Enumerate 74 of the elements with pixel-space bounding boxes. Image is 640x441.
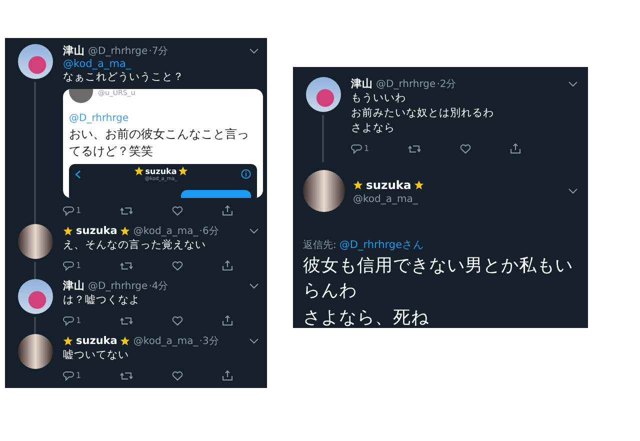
avatar-placeholder[interactable] [303,170,345,212]
tweet-text: え、そんなの言った覚えない [63,238,207,253]
like-icon[interactable] [460,144,472,154]
avatar-placeholder[interactable] [18,334,52,369]
user-handle: @D_rhrhrge [376,78,436,90]
retweet-icon[interactable] [120,316,134,326]
timestamp: ·7分 [148,45,168,58]
retweet-icon[interactable] [120,260,134,270]
photo-placeholder[interactable] [18,44,52,79]
like-icon[interactable] [172,316,184,326]
like-icon[interactable] [172,370,184,380]
tweet-text: お前みたいな奴とは別れるわ [351,106,495,121]
reply-count: 1 [76,371,82,380]
timestamp: ·6分 [199,225,219,238]
share-icon[interactable] [222,205,233,216]
chevron-down-icon[interactable] [249,48,259,54]
star-icon [178,166,188,176]
like-icon[interactable] [172,206,184,216]
user-name: suzuka [145,166,177,176]
chevron-down-icon[interactable] [249,228,259,234]
mention-link[interactable]: @kod_a_ma_ [63,58,259,70]
reply-icon[interactable] [351,144,362,154]
photo-placeholder[interactable] [306,77,340,112]
tweet-text: 彼女も信用できない男とか私もいらんわ [303,255,574,303]
reply-count: 1 [364,144,370,153]
reply-icon[interactable] [63,206,74,216]
user-handle: @kod_a_ma_ [133,226,198,236]
back-icon [75,170,81,178]
tweet-text: さよなら [351,121,396,136]
photo-placeholder[interactable] [18,279,52,314]
tweet-text: なぁこれどういうこと？ [63,70,185,85]
reply-count: 1 [76,206,82,215]
timestamp: ·2分 [436,78,456,91]
user-handle: @D_rhrhrge [88,46,148,56]
user-name: 津山 [351,77,373,91]
chevron-down-icon[interactable] [249,338,259,344]
tweet-text: 嘘ついてない [63,348,130,363]
retweet-icon[interactable] [120,370,134,380]
like-icon[interactable] [172,260,184,270]
chat-bubble [181,190,251,198]
user-name: 津山 [63,44,85,58]
reply-icon[interactable] [63,370,74,380]
mention-link[interactable]: @D_rhrhrgeさん [339,238,424,252]
retweet-icon[interactable] [408,144,422,154]
avatar-placeholder[interactable] [18,224,52,259]
chevron-down-icon[interactable] [249,283,259,289]
share-icon[interactable] [510,143,521,154]
reply-icon[interactable] [63,260,74,270]
timestamp: ·3分 [199,335,219,348]
reply-icon[interactable] [63,316,74,326]
reply-to-label: 返信先: [303,238,336,252]
user-name: suzuka [366,178,412,192]
user-handle: @D_rhrhrge [88,280,148,292]
user-name: suzuka [76,335,118,347]
star-icon [134,166,144,176]
user-name: suzuka [76,225,118,237]
reply-count: 1 [76,316,82,325]
tweet-text: さよなら、死ね [303,307,430,330]
tweet-text: は？嘘つくなよ [63,293,141,308]
user-handle: @kod_a_ma_ [133,336,198,346]
tweet-text: おい、お前の彼女こんなこと言ってるけど？笑笑 [69,126,250,160]
tweet-text: もういいわ [351,91,407,106]
avatar-placeholder [69,89,93,103]
chevron-down-icon[interactable] [568,81,578,87]
share-icon[interactable] [222,315,233,326]
share-icon[interactable] [222,370,233,381]
timestamp: ·4分 [148,280,168,293]
user-name: 津山 [63,279,85,293]
info-icon [241,169,251,179]
retweet-icon[interactable] [120,206,134,216]
share-icon[interactable] [222,260,233,271]
reply-count: 1 [76,261,82,270]
chevron-down-icon[interactable] [568,188,578,194]
user-handle: @kod_a_ma_ [353,194,419,204]
